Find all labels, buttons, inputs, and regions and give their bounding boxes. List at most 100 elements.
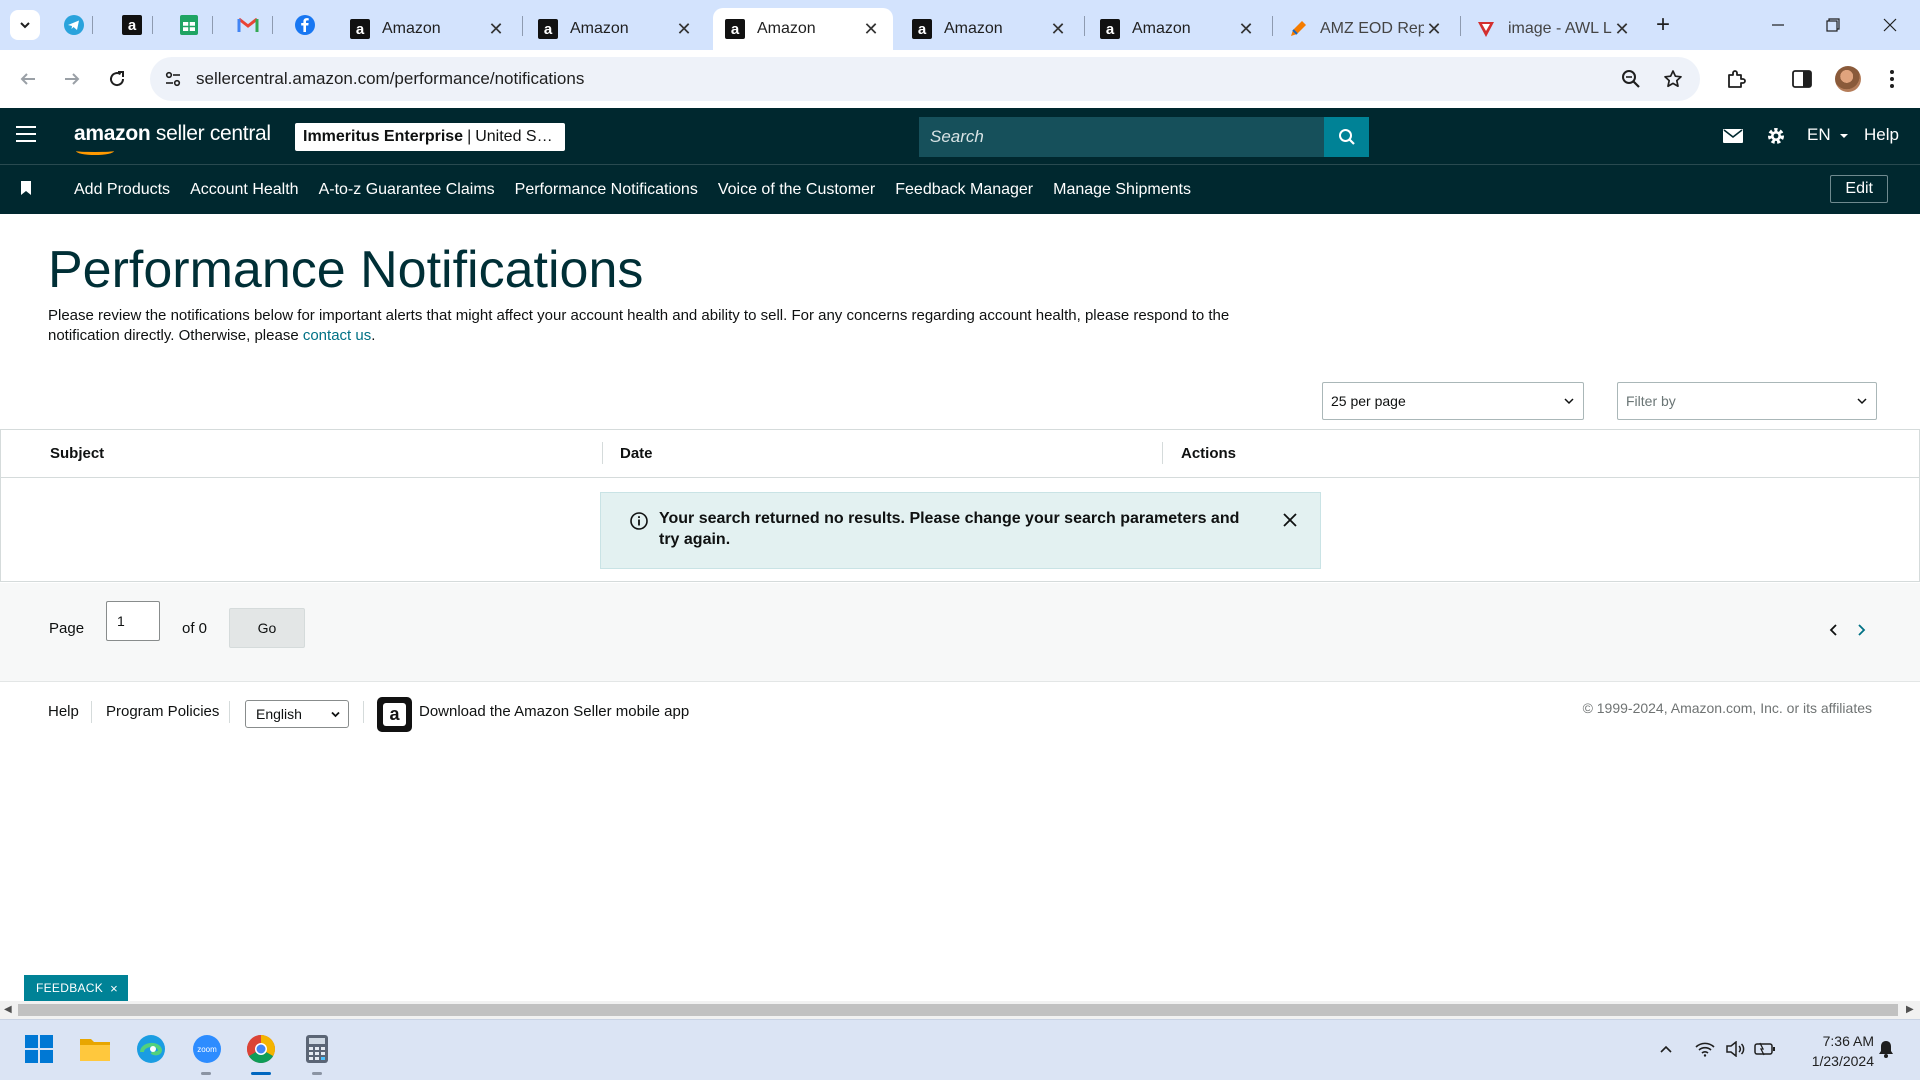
contact-us-link[interactable]: contact us <box>303 327 371 344</box>
windows-start-icon[interactable] <box>22 1032 56 1066</box>
wifi-icon[interactable] <box>1693 1039 1717 1059</box>
search-input[interactable] <box>919 117 1324 157</box>
go-button[interactable]: Go <box>229 608 305 648</box>
nav-link-manage-shipments[interactable]: Manage Shipments <box>1053 181 1191 199</box>
merchant-separator: | <box>467 128 472 145</box>
edge-icon[interactable] <box>134 1032 168 1066</box>
scrollbar-thumb[interactable] <box>18 1004 1898 1016</box>
taskbar-clock[interactable]: 7:36 AM 1/23/2024 <box>1784 1031 1874 1071</box>
language-selector[interactable]: EN <box>1807 125 1849 145</box>
battery-icon[interactable] <box>1753 1039 1777 1059</box>
side-panel-icon[interactable] <box>1786 63 1818 95</box>
download-app-link[interactable]: Download the Amazon Seller mobile app <box>419 703 689 720</box>
logo-text: seller central <box>150 122 271 145</box>
volume-icon[interactable] <box>1723 1039 1747 1059</box>
chevron-left-icon[interactable] <box>1827 623 1841 637</box>
column-header-date[interactable]: Date <box>620 445 653 462</box>
hamburger-menu-icon[interactable] <box>16 126 36 146</box>
messages-mail-icon[interactable] <box>1722 126 1744 146</box>
page-description: Please review the notifications below fo… <box>48 306 1278 346</box>
seller-central-logo[interactable]: amazon seller central <box>74 122 271 155</box>
browser-tab[interactable]: image - AWL L ✕ <box>1464 8 1644 50</box>
no-results-alert: Your search returned no results. Please … <box>600 492 1321 569</box>
feedback-label: FEEDBACK <box>36 981 104 995</box>
pinned-tab-amazon[interactable]: a <box>118 11 146 39</box>
settings-gear-icon[interactable] <box>1765 126 1787 146</box>
search-button[interactable] <box>1324 117 1369 157</box>
browser-tab[interactable]: AMZ EOD Rep ✕ <box>1276 8 1456 50</box>
horizontal-scrollbar[interactable]: ◀ ▶ <box>0 1001 1920 1019</box>
telegram-icon <box>64 15 84 35</box>
minimize-button[interactable] <box>1758 10 1798 40</box>
omnibox[interactable]: sellercentral.amazon.com/performance/not… <box>150 57 1700 101</box>
close-icon[interactable] <box>1281 511 1299 529</box>
profile-avatar[interactable] <box>1835 66 1861 92</box>
close-icon[interactable]: ✕ <box>1048 19 1068 39</box>
filter-by-select[interactable]: Filter by <box>1617 382 1877 420</box>
nav-link-a-to-z-claims[interactable]: A-to-z Guarantee Claims <box>319 181 495 199</box>
pinned-tab-telegram[interactable] <box>60 11 88 39</box>
close-icon[interactable]: ✕ <box>486 19 506 39</box>
more-menu-icon[interactable] <box>1876 63 1908 95</box>
forward-button[interactable] <box>56 63 88 95</box>
nav-link-account-health[interactable]: Account Health <box>190 181 299 199</box>
close-icon[interactable]: × <box>110 981 118 996</box>
program-policies-link[interactable]: Program Policies <box>106 703 219 720</box>
zoom-icon[interactable]: zoom <box>190 1032 224 1066</box>
description-text: Please review the notifications below fo… <box>48 307 1230 344</box>
calculator-icon[interactable] <box>300 1032 334 1066</box>
pagination: Page of 0 Go <box>0 583 1920 682</box>
browser-tab[interactable]: a Amazon ✕ <box>900 8 1080 50</box>
nav-link-voice-of-customer[interactable]: Voice of the Customer <box>718 181 875 199</box>
chevron-up-icon[interactable] <box>1654 1039 1678 1059</box>
close-icon[interactable]: ✕ <box>674 19 694 39</box>
browser-tab[interactable]: a Amazon ✕ <box>338 8 518 50</box>
nav-link-performance-notifications[interactable]: Performance Notifications <box>515 181 698 199</box>
edit-bookmarks-button[interactable]: Edit <box>1830 175 1888 203</box>
seller-app-icon[interactable]: a <box>377 697 412 732</box>
page-title: Performance Notifications <box>48 241 644 299</box>
new-tab-button[interactable]: + <box>1650 11 1676 38</box>
bookmark-star-icon[interactable] <box>1658 64 1688 94</box>
site-settings-icon[interactable] <box>158 64 188 94</box>
amazon-icon: a <box>350 19 370 39</box>
chevron-right-icon[interactable] <box>1854 623 1868 637</box>
tab-search-button[interactable] <box>10 10 40 40</box>
back-button[interactable] <box>12 63 44 95</box>
scroll-right-icon[interactable]: ▶ <box>1906 1005 1916 1015</box>
browser-tab-active[interactable]: a Amazon ✕ <box>713 8 893 50</box>
column-header-subject[interactable]: Subject <box>50 445 104 462</box>
reload-button[interactable] <box>101 63 133 95</box>
footer-language-select[interactable]: English <box>245 700 349 728</box>
pinned-tab-sheets[interactable] <box>175 11 203 39</box>
per-page-select[interactable]: 25 per page <box>1322 382 1584 420</box>
scroll-left-icon[interactable]: ◀ <box>4 1005 14 1015</box>
chrome-icon[interactable] <box>244 1032 278 1066</box>
browser-tab[interactable]: a Amazon ✕ <box>526 8 706 50</box>
help-link[interactable]: Help <box>1864 125 1899 145</box>
file-explorer-icon[interactable] <box>78 1032 112 1066</box>
browser-tab[interactable]: a Amazon ✕ <box>1088 8 1268 50</box>
footer-help-link[interactable]: Help <box>48 703 79 720</box>
nav-link-feedback-manager[interactable]: Feedback Manager <box>895 181 1033 199</box>
close-icon[interactable]: ✕ <box>1612 19 1632 39</box>
pinned-tab-gmail[interactable] <box>234 11 262 39</box>
bookmark-icon[interactable] <box>21 181 31 195</box>
close-window-button[interactable] <box>1870 10 1910 40</box>
merchant-marketplace-switcher[interactable]: Immeritus Enterprise | United States <box>295 123 565 151</box>
extensions-icon[interactable] <box>1720 63 1752 95</box>
close-icon[interactable]: ✕ <box>861 19 881 39</box>
tab-divider <box>92 16 93 34</box>
feedback-button[interactable]: FEEDBACK × <box>24 975 128 1001</box>
footer-divider <box>229 701 230 723</box>
close-icon[interactable]: ✕ <box>1424 19 1444 39</box>
pinned-tab-facebook[interactable] <box>291 11 319 39</box>
tab-title: Amazon <box>1132 20 1191 37</box>
footer-divider <box>363 701 364 723</box>
nav-link-add-products[interactable]: Add Products <box>74 181 170 199</box>
zoom-icon[interactable] <box>1616 64 1646 94</box>
notification-bell-icon[interactable] <box>1874 1039 1898 1059</box>
restore-button[interactable] <box>1813 10 1853 40</box>
close-icon[interactable]: ✕ <box>1236 19 1256 39</box>
page-number-input[interactable] <box>106 601 160 641</box>
